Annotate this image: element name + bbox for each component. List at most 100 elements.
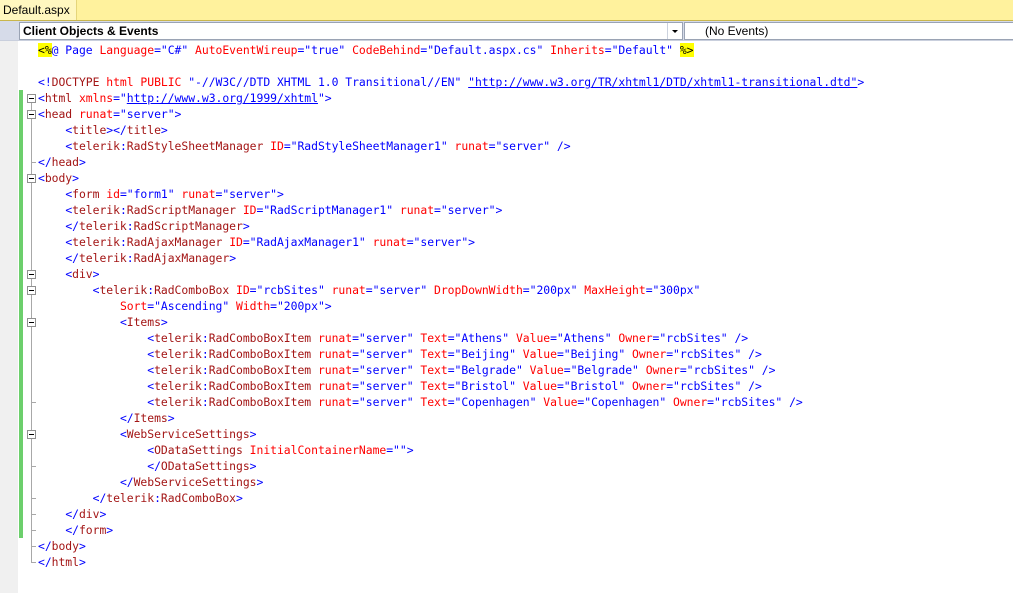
collapse-toggle-icon[interactable] [27, 270, 36, 279]
code-token: < [119, 427, 127, 441]
code-token: : [119, 139, 127, 153]
document-tab-strip: Default.aspx [0, 0, 1013, 20]
collapse-toggle-icon[interactable] [27, 174, 36, 183]
code-token: RadAjaxManager [133, 251, 230, 265]
code-line[interactable]: <WebServiceSettings> [38, 426, 257, 442]
code-token: : [201, 331, 209, 345]
code-line[interactable]: </ODataSettings> [38, 458, 257, 474]
code-token: RadAjaxManager [126, 235, 230, 249]
code-line[interactable]: </body> [38, 538, 86, 554]
events-label: (No Events) [705, 24, 769, 38]
code-token: RadComboBoxItem [208, 331, 318, 345]
code-token: Text [420, 331, 448, 345]
code-line[interactable]: </form> [38, 522, 113, 538]
code-token: "C#" [160, 43, 196, 57]
code-line[interactable]: <telerik:RadComboBox ID="rcbSites" runat… [38, 282, 701, 298]
code-token: > [249, 459, 257, 473]
events-dropdown[interactable]: (No Events) [684, 22, 1013, 40]
code-token: > [78, 555, 86, 569]
code-token: DOCTYPE [51, 75, 107, 89]
code-line[interactable]: <!DOCTYPE html PUBLIC "-//W3C//DTD XHTML… [38, 74, 864, 90]
code-token: div [72, 267, 93, 281]
code-token: WebServiceSettings [133, 475, 257, 489]
code-line[interactable]: <telerik:RadComboBoxItem runat="server" … [38, 330, 748, 346]
code-line[interactable]: </WebServiceSettings> [38, 474, 263, 490]
code-line[interactable]: </head> [38, 154, 86, 170]
code-token: RadComboBoxItem [208, 379, 318, 393]
code-token: </ [65, 507, 79, 521]
editor-margin [0, 41, 18, 593]
code-line[interactable]: </div> [38, 506, 106, 522]
outline-guide [31, 98, 32, 562]
collapse-toggle-icon[interactable] [27, 318, 36, 327]
code-line[interactable]: <form id="form1" runat="server"> [38, 186, 284, 202]
collapse-toggle-icon[interactable] [27, 94, 36, 103]
code-line[interactable]: <telerik:RadScriptManager ID="RadScriptM… [38, 202, 502, 218]
collapse-toggle-icon[interactable] [27, 110, 36, 119]
code-token: %> [679, 43, 694, 57]
code-line[interactable]: <div> [38, 266, 99, 282]
code-token: telerik [72, 139, 120, 153]
code-line[interactable]: </html> [38, 554, 86, 570]
code-token: </ [38, 555, 52, 569]
code-line[interactable]: <telerik:RadComboBoxItem runat="server" … [38, 378, 762, 394]
code-token: = [154, 43, 161, 57]
code-token: </ [119, 475, 134, 489]
code-token: Text [420, 347, 448, 361]
code-line[interactable]: <telerik:RadComboBoxItem runat="server" … [38, 362, 775, 378]
code-line[interactable]: <Items> [38, 314, 168, 330]
code-token: http://www.w3.org/1999/xhtml [126, 91, 318, 105]
code-token: ="Beijing" [556, 347, 633, 361]
code-line[interactable]: <telerik:RadComboBoxItem runat="server" … [38, 346, 762, 362]
code-token: > [106, 523, 114, 537]
code-token: ="server"> [406, 235, 475, 249]
code-token: > [160, 315, 168, 329]
code-token: < [38, 107, 45, 121]
code-token: Owner [645, 363, 680, 377]
collapse-toggle-icon[interactable] [27, 286, 36, 295]
code-line[interactable]: <html xmlns="http://www.w3.org/1999/xhtm… [38, 90, 332, 106]
code-line[interactable]: <telerik:RadStyleSheetManager ID="RadSty… [38, 138, 570, 154]
code-line[interactable]: <body> [38, 170, 79, 186]
code-token: ="rcbSites" /> [666, 379, 762, 393]
code-line[interactable]: <%@ Page Language="C#" AutoEventWireup="… [38, 42, 694, 58]
code-token: ="Ascending" [147, 299, 237, 313]
code-line[interactable]: <ODataSettings InitialContainerName=""> [38, 442, 413, 458]
code-token: "Default" [611, 43, 680, 57]
code-token: > [99, 507, 107, 521]
code-token: Value [522, 379, 557, 393]
collapse-toggle-icon[interactable] [27, 430, 36, 439]
code-line[interactable]: <title></title> [38, 122, 168, 138]
code-token: > [78, 155, 86, 169]
code-token: > [160, 123, 168, 137]
code-token: telerik [78, 219, 127, 233]
code-line[interactable]: <head runat="server"> [38, 106, 181, 122]
code-token: telerik [154, 347, 202, 361]
code-token: <% [38, 43, 52, 57]
code-line[interactable]: <telerik:RadComboBoxItem runat="server" … [38, 394, 803, 410]
code-token: "> [317, 91, 332, 105]
code-token: title [72, 123, 107, 137]
code-line[interactable]: </telerik:RadScriptManager> [38, 218, 249, 234]
code-token: runat [331, 283, 366, 297]
document-tab[interactable]: Default.aspx [0, 0, 77, 20]
code-line[interactable]: </telerik:RadComboBox> [38, 490, 243, 506]
code-line[interactable]: </Items> [38, 410, 175, 426]
chevron-down-icon[interactable] [667, 23, 682, 39]
code-token: div [78, 507, 100, 521]
outline-end-tick [31, 466, 36, 467]
code-token: ="rcbSites" /> [652, 331, 749, 345]
code-line[interactable]: </telerik:RadAjaxManager> [38, 250, 236, 266]
code-token: "true" [304, 43, 353, 57]
code-token: </ [92, 491, 107, 505]
code-line[interactable]: <telerik:RadAjaxManager ID="RadAjaxManag… [38, 234, 475, 250]
client-objects-dropdown[interactable]: Client Objects & Events [19, 22, 683, 40]
code-line[interactable]: Sort="Ascending" Width="200px"> [38, 298, 332, 314]
code-token: ="Athens" [550, 331, 619, 345]
